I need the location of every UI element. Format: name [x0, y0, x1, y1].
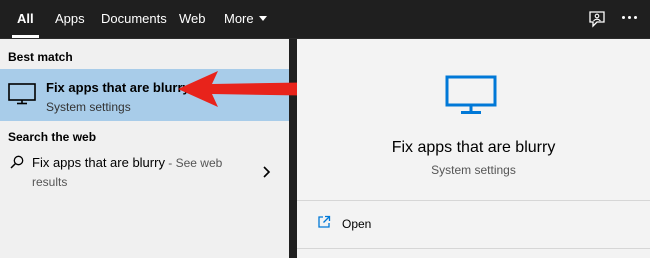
open-label: Open [342, 217, 372, 231]
tab-label: Web [179, 11, 206, 26]
tab-apps[interactable]: Apps [55, 0, 85, 38]
tab-label: Apps [55, 11, 85, 26]
open-icon [318, 215, 331, 228]
search-web-heading: Search the web [8, 130, 97, 144]
monitor-icon [445, 75, 497, 114]
search-scope-bar: All Apps Documents Web More [0, 0, 650, 39]
divider [297, 248, 650, 249]
tab-web[interactable]: Web [179, 0, 206, 38]
open-action[interactable]: Open [297, 209, 650, 241]
tab-documents[interactable]: Documents [101, 0, 167, 38]
web-result-suffix-line2: results [32, 175, 68, 189]
tab-label: More [224, 11, 254, 26]
tab-all[interactable]: All [12, 0, 39, 38]
preview-subtitle: System settings [431, 163, 516, 177]
web-result-item[interactable]: Fix apps that are blurry - See web resul… [0, 149, 289, 195]
feedback-icon[interactable] [588, 10, 606, 28]
web-result-suffix: - See web [164, 156, 223, 170]
tab-label: All [17, 11, 34, 26]
tab-more[interactable]: More [224, 0, 267, 38]
web-result-title: Fix apps that are blurry - See web [32, 155, 222, 170]
results-panel: Best match Fix apps that are blurry Syst… [0, 39, 334, 258]
caret-down-icon [258, 16, 267, 22]
best-match-title: Fix apps that are blurry [46, 80, 190, 95]
best-match-subtitle: System settings [46, 100, 131, 114]
best-match-heading: Best match [8, 50, 73, 64]
preview-title: Fix apps that are blurry [391, 139, 556, 156]
preview-panel: Fix apps that are blurry System settings… [297, 39, 650, 258]
web-result-query: Fix apps that are blurry [32, 155, 165, 170]
tab-label: Documents [101, 11, 167, 26]
active-tab-indicator [12, 35, 39, 38]
more-options-icon[interactable] [622, 16, 638, 22]
search-icon [10, 155, 24, 169]
monitor-icon [8, 83, 36, 105]
chevron-right-icon[interactable] [261, 166, 271, 178]
divider [297, 200, 650, 201]
